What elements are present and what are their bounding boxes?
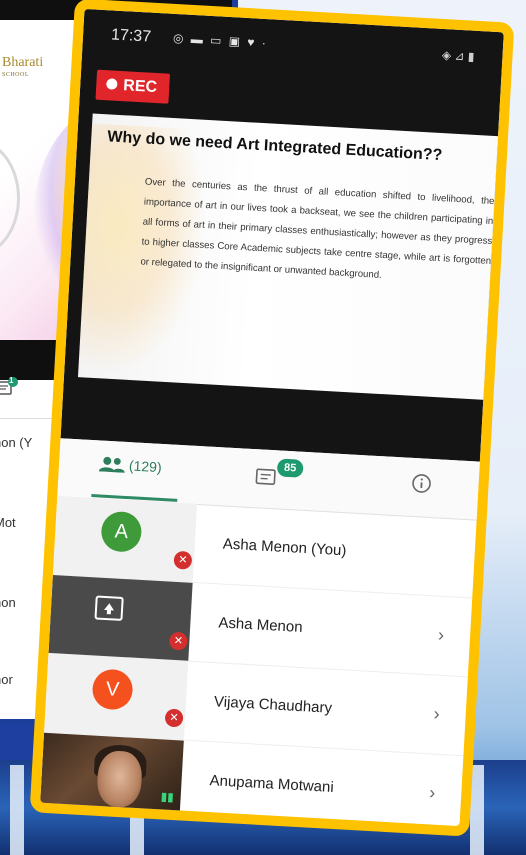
people-icon [98, 457, 125, 474]
info-icon [412, 474, 431, 493]
tab-people[interactable]: (129) [98, 454, 162, 487]
tab-info[interactable] [410, 472, 434, 503]
shared-slide: Why do we need Art Integrated Education?… [77, 113, 515, 401]
phone-frame: 17:37 ◎ ▬ ▭ ▣ ♥ · ◈ ⊿ ▮ REC Why do we ne… [29, 0, 515, 837]
participant-name: Vijaya Chaudhary [213, 693, 333, 717]
mic-muted-icon: ✕ [168, 631, 188, 651]
participant-name: Asha Menon [217, 614, 304, 637]
chat-badge: 85 [276, 458, 304, 478]
tab-chat[interactable]: 85 [254, 458, 304, 495]
background-stripe [10, 765, 24, 855]
avatar: V [91, 668, 134, 711]
video-face [96, 749, 144, 809]
school-logo-text: Bharati [2, 55, 44, 70]
participant-name: non [0, 595, 16, 610]
chevron-right-icon[interactable]: › [429, 782, 436, 803]
recording-indicator: REC [95, 69, 170, 104]
record-dot-icon [106, 78, 118, 90]
decorative-circle [0, 140, 20, 256]
status-time: 17:37 [110, 26, 152, 46]
chevron-right-icon[interactable]: › [433, 704, 440, 725]
school-logo-sub: SCHOOL [2, 72, 30, 78]
avatar-initial: A [114, 520, 129, 544]
participant-tile: V ✕ [44, 653, 189, 740]
phone: 17:37 ◎ ▬ ▭ ▣ ♥ · ◈ ⊿ ▮ REC Why do we ne… [29, 0, 515, 837]
participant-tile: A ✕ [52, 496, 198, 582]
notification-icons: ◎ ▬ ▭ ▣ ♥ · [172, 30, 269, 51]
slide-body: Over the centuries as the thrust of all … [140, 176, 495, 281]
school-logo: Bharati SCHOOL [2, 56, 43, 82]
participant-name: non (Y [0, 435, 33, 450]
mic-muted-icon: ✕ [164, 708, 184, 728]
people-count: (129) [128, 457, 163, 476]
participant-name: Anupama Motwani [209, 772, 335, 797]
participant-name: Asha Menon (You) [222, 535, 347, 560]
chat-badge: 1 [9, 376, 14, 385]
recording-label: REC [122, 77, 158, 97]
signal-battery-icons: ◈ ⊿ ▮ [441, 47, 475, 64]
speaking-indicator-icon: ▮▮ [160, 789, 175, 805]
screen-share-icon [94, 595, 124, 621]
participant-name: nor [0, 672, 13, 687]
status-bar: 17:37 ◎ ▬ ▭ ▣ ♥ · ◈ ⊿ ▮ [110, 26, 485, 69]
participant-name: Mot [0, 515, 16, 530]
avatar: A [100, 510, 143, 553]
avatar-initial: V [105, 678, 120, 701]
participant-tile: ✕ [48, 575, 193, 661]
meeting-screen: 17:37 ◎ ▬ ▭ ▣ ♥ · ◈ ⊿ ▮ REC Why do we ne… [39, 8, 515, 836]
chevron-right-icon[interactable]: › [438, 625, 445, 646]
chat-tab[interactable]: 1 [0, 376, 20, 397]
participant-video: ▮▮ [39, 732, 184, 819]
participant-list: A ✕ Asha Menon (You) ✕ Asha Menon › V ✕ … [39, 496, 477, 836]
presentation-area[interactable]: 17:37 ◎ ▬ ▭ ▣ ♥ · ◈ ⊿ ▮ REC Why do we ne… [60, 8, 515, 462]
mic-muted-icon: ✕ [173, 550, 193, 570]
